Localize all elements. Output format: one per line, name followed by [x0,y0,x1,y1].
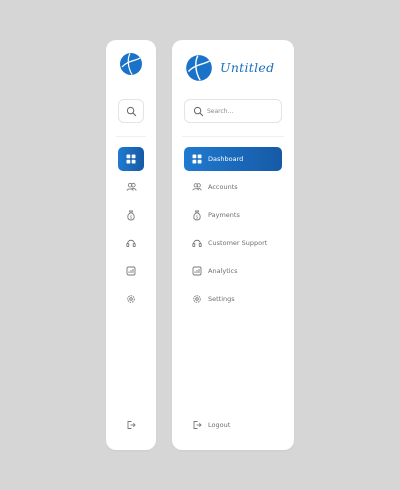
gear-icon [192,294,202,304]
sidebar-icon-payments[interactable]: $ [118,203,144,227]
sidebar-expanded: Untitled Dashboard Ac [172,40,294,450]
chart-icon [192,266,202,276]
users-icon [126,182,136,191]
sidebar-icon-dashboard[interactable] [118,147,144,171]
sidebar-icon-logout[interactable] [118,413,144,437]
sidebar-item-accounts[interactable]: Accounts [184,175,282,199]
brand-name: Untitled [220,60,275,75]
grid-icon [126,154,136,164]
gear-icon [127,295,135,303]
divider [116,136,146,137]
users-icon [192,182,202,192]
sidebar-item-label: Dashboard [208,155,244,163]
search-input[interactable] [207,103,277,119]
logout-label: Logout [208,421,231,429]
money-bag-icon: $ [192,210,202,221]
headset-icon [126,239,136,247]
sidebar-icon-accounts[interactable] [118,175,144,199]
sidebar-item-settings[interactable]: Settings [184,287,282,311]
sidebar-item-label: Payments [208,211,240,219]
sidebar-item-label: Accounts [208,183,238,191]
search-field[interactable] [184,99,282,123]
sidebar-item-dashboard[interactable]: Dashboard [184,147,282,171]
sidebar-item-label: Customer Support [208,239,268,247]
headset-icon [192,238,202,248]
sidebar-item-payments[interactable]: $ Payments [184,203,282,227]
logout-button[interactable]: Logout [184,413,282,437]
logout-icon [127,421,136,429]
logout-icon [192,420,202,430]
sidebar-item-label: Settings [208,295,235,303]
sidebar-icon-support[interactable] [118,231,144,255]
svg-text:$: $ [130,214,133,219]
sidebar-item-analytics[interactable]: Analytics [184,259,282,283]
sidebar-collapsed: $ [106,40,156,450]
divider [182,136,284,137]
globe-logo-icon [186,55,212,81]
sidebar-icon-settings[interactable] [118,287,144,311]
search-button[interactable] [118,99,144,123]
grid-icon [192,154,202,164]
sidebar-icon-analytics[interactable] [118,259,144,283]
search-icon [126,106,137,117]
search-icon [193,106,204,117]
money-bag-icon: $ [127,210,135,220]
globe-logo-icon [120,53,142,75]
chart-icon [126,266,136,276]
sidebar-item-support[interactable]: Customer Support [184,231,282,255]
svg-text:$: $ [196,214,199,219]
sidebar-item-label: Analytics [208,267,238,275]
